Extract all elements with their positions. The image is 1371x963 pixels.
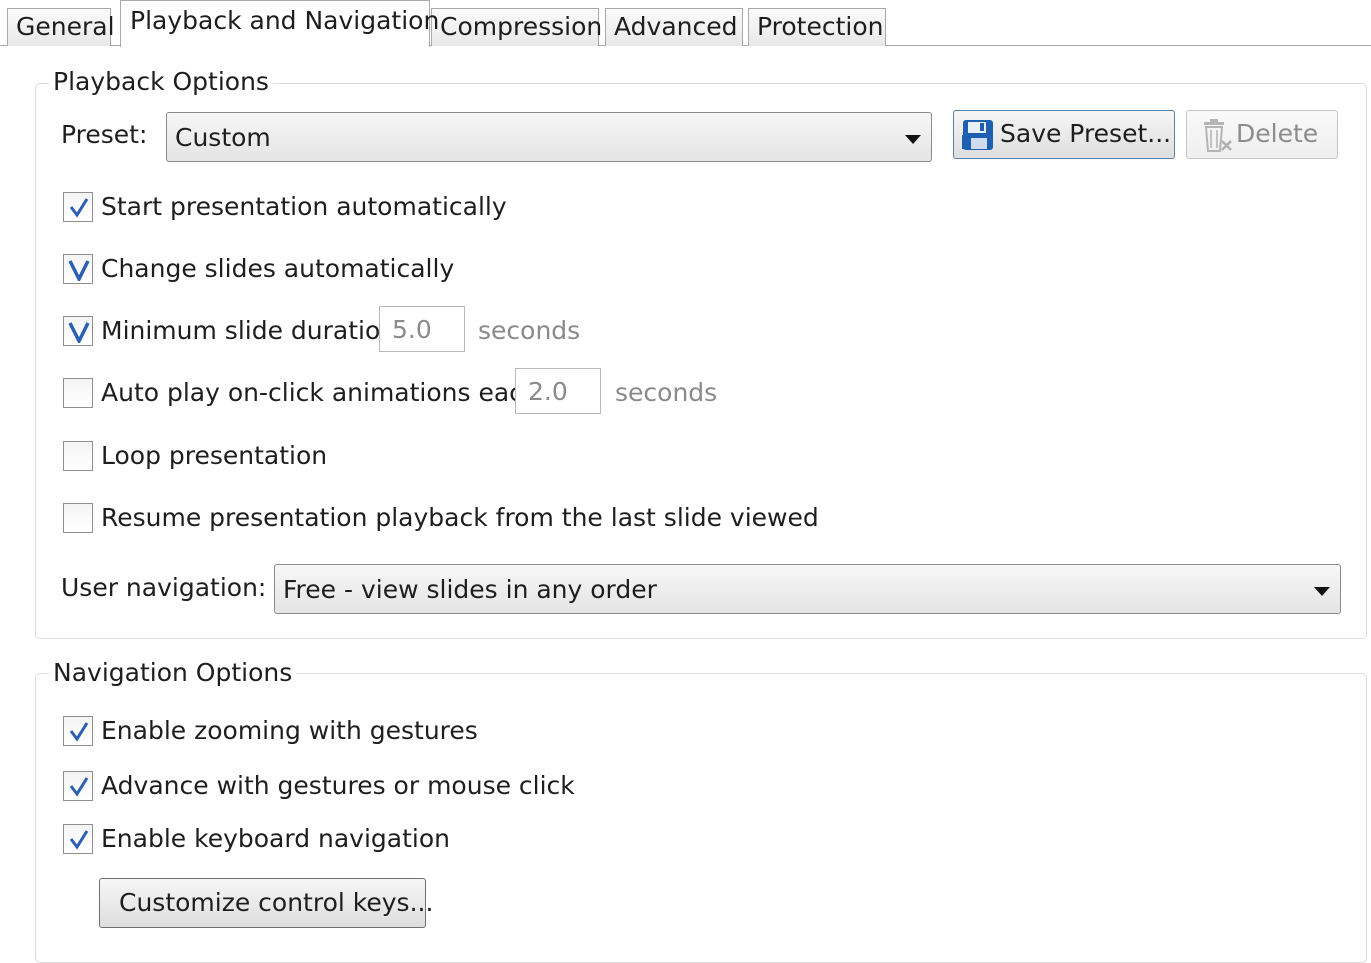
checkbox-label: Change slides automatically [101, 254, 455, 283]
checkbox-box [63, 716, 93, 746]
checkbox-label: Enable zooming with gestures [101, 716, 478, 745]
checkbox-box [63, 503, 93, 533]
checkbox-box [63, 771, 93, 801]
tab-general[interactable]: General [7, 8, 115, 46]
checkmark-icon [69, 830, 89, 850]
tab-playback-navigation[interactable]: Playback and Navigation [120, 0, 439, 47]
checkbox-box [63, 378, 93, 408]
checkmark-icon [68, 260, 90, 281]
user-navigation-select[interactable]: Free - view slides in any order [274, 564, 1341, 614]
checkbox-label: Start presentation automatically [101, 192, 507, 221]
min-duration-input[interactable] [379, 306, 465, 352]
checkmark-icon [69, 722, 89, 742]
checkbox-label: Advance with gestures or mouse click [101, 771, 575, 800]
checkbox-box [63, 824, 93, 854]
advance-gestures-click-checkbox[interactable]: Advance with gestures or mouse click [63, 771, 575, 805]
checkbox-box [63, 254, 93, 284]
change-slides-automatically-checkbox[interactable]: Change slides automatically [63, 254, 454, 288]
chevron-down-icon [1314, 587, 1330, 596]
preset-label: Preset: [61, 120, 148, 149]
checkbox-label: Enable keyboard navigation [101, 824, 450, 853]
checkbox-label: Minimum slide duration [101, 316, 397, 345]
checkmark-icon [69, 777, 89, 797]
checkbox-box [63, 316, 93, 346]
floppy-disk-icon [962, 119, 994, 155]
auto-play-animations-checkbox[interactable]: Auto play on-click animations each [63, 378, 539, 412]
delete-button[interactable]: Delete [1186, 110, 1338, 159]
checkbox-label: Auto play on-click animations each [101, 378, 539, 407]
checkbox-label: Loop presentation [101, 441, 328, 470]
user-navigation-value: Free - view slides in any order [283, 575, 657, 604]
checkbox-label: Resume presentation playback from the la… [101, 503, 819, 532]
playback-options-title: Playback Options [49, 67, 273, 97]
navigation-options-title: Navigation Options [49, 658, 297, 688]
enable-keyboard-navigation-checkbox[interactable]: Enable keyboard navigation [63, 824, 450, 858]
customize-control-keys-button[interactable]: Customize control keys... [99, 878, 433, 928]
autoplay-interval-unit: seconds [615, 378, 718, 407]
tab-protection[interactable]: Protection [748, 8, 886, 46]
checkbox-box [63, 441, 93, 471]
checkmark-icon [68, 322, 90, 343]
preset-select[interactable]: Custom [166, 112, 932, 162]
trash-delete-icon [1201, 119, 1233, 157]
resume-playback-checkbox[interactable]: Resume presentation playback from the la… [63, 503, 819, 537]
playback-options-group [35, 83, 1367, 639]
customize-control-keys-label: Customize control keys... [119, 888, 434, 917]
start-automatically-checkbox[interactable]: Start presentation automatically [63, 192, 507, 226]
save-preset-button[interactable]: Save Preset... [953, 110, 1175, 159]
save-preset-label: Save Preset... [1000, 119, 1172, 148]
user-navigation-label: User navigation: [61, 573, 267, 602]
checkmark-icon [69, 198, 89, 218]
loop-presentation-checkbox[interactable]: Loop presentation [63, 441, 327, 475]
tab-compression[interactable]: Compression [431, 8, 602, 46]
min-duration-unit: seconds [478, 316, 581, 345]
autoplay-interval-input[interactable] [515, 368, 601, 414]
enable-zooming-checkbox[interactable]: Enable zooming with gestures [63, 716, 478, 750]
preset-value: Custom [175, 123, 271, 152]
delete-label: Delete [1236, 119, 1319, 148]
minimum-slide-duration-checkbox[interactable]: Minimum slide duration [63, 316, 396, 350]
tab-advanced[interactable]: Advanced [605, 8, 743, 46]
checkbox-box [63, 192, 93, 222]
chevron-down-icon [905, 135, 921, 144]
